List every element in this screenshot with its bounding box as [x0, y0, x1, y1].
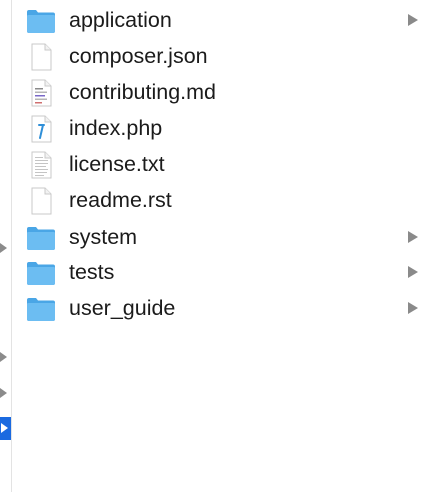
list-item-application[interactable]: application — [12, 2, 432, 38]
file-name: tests — [69, 260, 115, 284]
disclosure-arrow-icon[interactable] — [408, 302, 418, 314]
folder-icon — [27, 262, 55, 285]
selected-item-highlight[interactable] — [0, 417, 11, 440]
folder-icon — [27, 227, 55, 250]
file-name: index.php — [69, 116, 163, 140]
list-item-user-guide[interactable]: user_guide — [12, 290, 432, 326]
list-item-system[interactable]: system — [12, 219, 432, 255]
file-name: contributing.md — [69, 80, 216, 104]
disclosure-arrow-icon[interactable] — [408, 231, 418, 243]
disclosure-arrow-icon[interactable] — [0, 388, 7, 398]
disclosure-arrow-icon[interactable] — [408, 266, 418, 278]
markdown-document-icon — [31, 79, 52, 107]
folder-icon — [27, 10, 55, 33]
list-item-license-txt[interactable]: license.txt — [12, 146, 432, 182]
disclosure-arrow-icon[interactable] — [0, 243, 7, 253]
list-item-composer-json[interactable]: composer.json — [12, 38, 432, 74]
list-item-readme-rst[interactable]: readme.rst — [12, 182, 432, 218]
list-item-contributing-md[interactable]: contributing.md — [12, 74, 432, 110]
document-icon — [31, 187, 52, 215]
file-name: user_guide — [69, 296, 176, 320]
disclosure-arrow-icon — [1, 423, 8, 433]
previous-column-edge[interactable] — [0, 0, 12, 492]
php-document-icon — [31, 115, 52, 143]
folder-icon — [27, 298, 55, 321]
file-name: composer.json — [69, 44, 208, 68]
file-name: readme.rst — [69, 188, 172, 212]
list-item-index-php[interactable]: index.php — [12, 110, 432, 146]
document-icon — [31, 43, 52, 71]
disclosure-arrow-icon[interactable] — [0, 352, 7, 362]
disclosure-arrow-icon[interactable] — [408, 14, 418, 26]
file-name: license.txt — [69, 152, 165, 176]
file-name: system — [69, 225, 138, 249]
list-item-tests[interactable]: tests — [12, 254, 432, 290]
text-document-icon — [31, 151, 52, 179]
file-name: application — [69, 8, 172, 32]
